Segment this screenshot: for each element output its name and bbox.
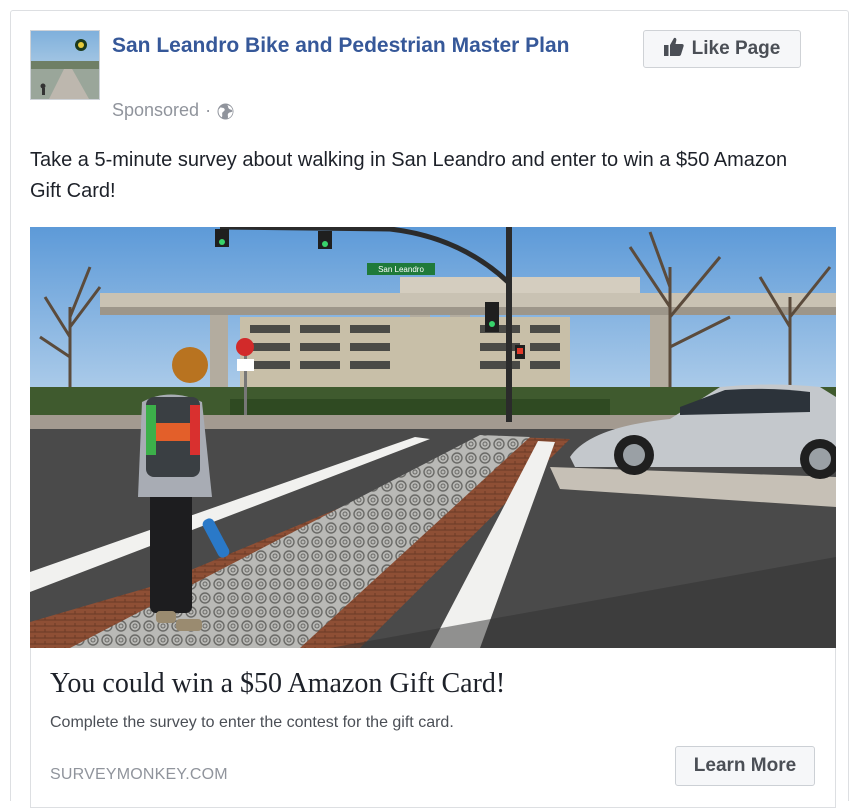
crosswalk-photo: San Leandro (30, 227, 836, 648)
meta-separator: · (205, 100, 212, 120)
like-page-button[interactable]: Like Page (643, 30, 801, 68)
post-body-text: Take a 5-minute survey about walking in … (30, 149, 788, 202)
avatar-image (31, 31, 99, 99)
street-sign-text: San Leandro (378, 265, 424, 274)
link-headline[interactable]: You could win a $50 Amazon Gift Card! (50, 666, 505, 702)
page-avatar[interactable] (30, 30, 100, 100)
learn-more-button[interactable]: Learn More (675, 746, 815, 786)
globe-icon[interactable] (217, 102, 234, 119)
ad-photo[interactable]: San Leandro (30, 227, 836, 648)
page-name-link[interactable]: San Leandro Bike and Pedestrian Master P… (112, 30, 612, 62)
link-domain: SURVEYMONKEY.COM (50, 766, 228, 783)
sponsored-label[interactable]: Sponsored (112, 98, 199, 122)
like-page-label: Like Page (691, 38, 781, 59)
thumbs-up-icon (663, 37, 684, 62)
post-meta: Sponsored · (112, 98, 234, 122)
link-description: Complete the survey to enter the contest… (50, 714, 454, 731)
